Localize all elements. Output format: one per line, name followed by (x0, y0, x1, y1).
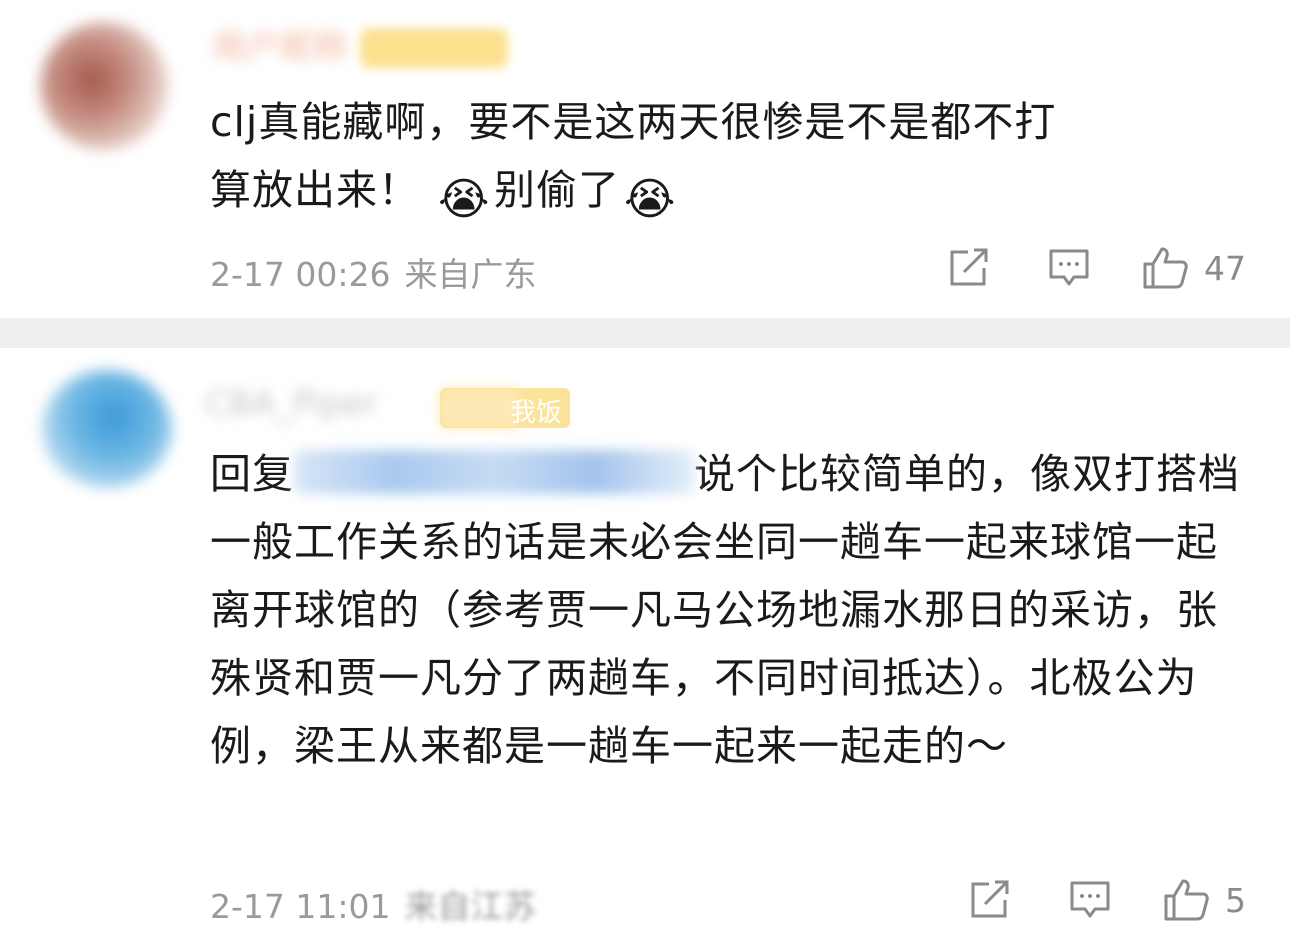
thumbs-up-icon (1143, 247, 1188, 289)
mention-link[interactable] (294, 450, 694, 494)
share-button[interactable] (969, 880, 1011, 920)
comment-actions: 47 (948, 246, 1246, 290)
thumbs-up-icon (1164, 879, 1209, 921)
share-icon (950, 248, 988, 286)
avatar[interactable] (40, 22, 168, 150)
username[interactable]: CBA_Piper (205, 384, 378, 424)
location: 来自江苏 (404, 887, 537, 926)
like-button[interactable]: 5 (1163, 878, 1246, 922)
reply-prefix: 回复 (210, 450, 294, 498)
location: 来自广东 (404, 255, 537, 294)
reply-button[interactable] (1069, 879, 1111, 921)
comment-text: 回复 说个比较简单的，像双打搭档一般工作关系的话是未必会坐同一趟车一起来球馆一起离… (210, 440, 1250, 780)
comment-icon (1049, 249, 1089, 286)
comment-item-2: CBA_Piper 我饭 回复 说个比较简单的，像双打搭档一般工作关系的话是未必会… (0, 348, 1290, 926)
fan-badge-label: 我饭 (509, 398, 562, 428)
like-button[interactable]: 47 (1142, 246, 1246, 290)
share-button[interactable] (948, 248, 990, 288)
share-icon (971, 880, 1009, 918)
comment-text: clj真能藏啊，要不是这两天很惨是不是都不打 算放出来！ 😭别偷了😭 (210, 88, 1250, 226)
like-count: 47 (1204, 248, 1246, 288)
timestamp: 2-17 11:01 (210, 887, 391, 926)
fan-badge (360, 28, 508, 68)
username[interactable]: 用户昵称 (212, 20, 348, 69)
comment-icon (1070, 881, 1110, 918)
comment-item-1: 用户昵称 clj真能藏啊，要不是这两天很惨是不是都不打 算放出来！ 😭别偷了😭 … (0, 0, 1290, 318)
like-count: 5 (1225, 880, 1246, 920)
avatar[interactable] (42, 370, 172, 488)
comment-text-body: 说个比较简单的，像双打搭档一般工作关系的话是未必会坐同一趟车一起来球馆一起离开球… (210, 450, 1240, 770)
comment-actions: 5 (969, 878, 1246, 922)
comment-text-line: clj真能藏啊，要不是这两天很惨是不是都不打 (210, 98, 1057, 146)
crying-face-icon: 😭 (624, 174, 677, 225)
divider (0, 318, 1290, 348)
comment-text-line: 算放出来！ (210, 166, 420, 214)
comment-text-line: 别偷了 (494, 166, 621, 214)
comment-meta: 2-17 11:01 来自江苏 (210, 880, 537, 928)
timestamp: 2-17 00:26 (210, 255, 391, 294)
reply-button[interactable] (1048, 247, 1090, 289)
comment-meta: 2-17 00:26 来自广东 (210, 248, 537, 296)
fan-badge: 我饭 (440, 388, 570, 428)
crying-face-icon: 😭 (438, 174, 491, 225)
